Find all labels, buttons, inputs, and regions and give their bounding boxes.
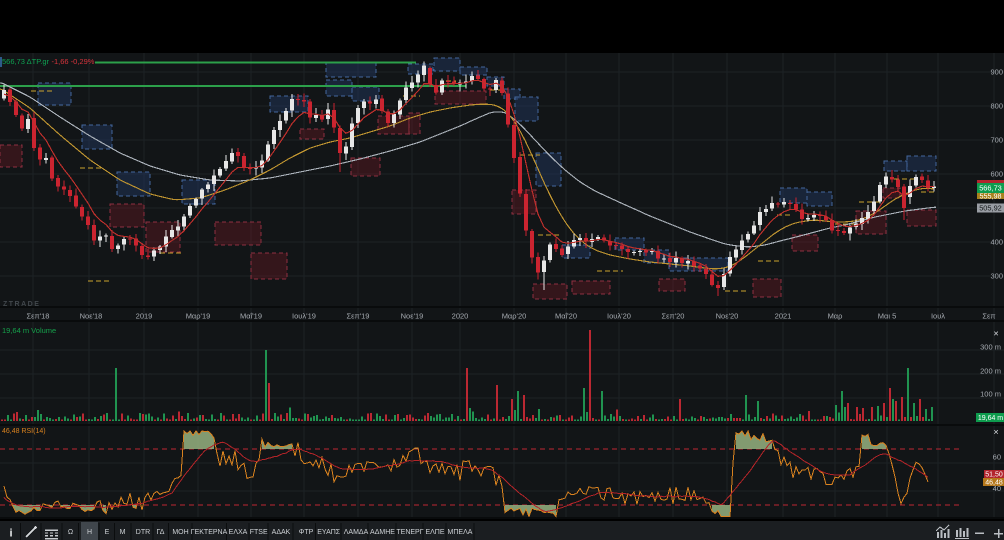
svg-text:505,92: 505,92 bbox=[979, 204, 1002, 213]
svg-text:2020: 2020 bbox=[452, 312, 469, 321]
svg-text:DTR: DTR bbox=[136, 529, 150, 536]
svg-text:ΤΕΝΕΡΓ: ΤΕΝΕΡΓ bbox=[396, 529, 423, 536]
svg-text:Μαΐ'20: Μαΐ'20 bbox=[555, 312, 577, 321]
svg-text:600: 600 bbox=[990, 170, 1003, 179]
svg-text:ΦΤΡ: ΦΤΡ bbox=[299, 529, 314, 536]
svg-text:FTSE: FTSE bbox=[250, 529, 268, 536]
svg-text:Ιουλ'19: Ιουλ'19 bbox=[292, 312, 316, 321]
svg-text:ΓΔ: ΓΔ bbox=[157, 529, 165, 536]
svg-text:Ω: Ω bbox=[68, 529, 73, 536]
svg-text:Σεπ: Σεπ bbox=[982, 312, 995, 321]
svg-text:ΑΔΜΗΕ: ΑΔΜΗΕ bbox=[370, 529, 395, 536]
svg-text:ΕΛΠΕ: ΕΛΠΕ bbox=[425, 529, 444, 536]
svg-text:Μαρ'20: Μαρ'20 bbox=[502, 312, 527, 321]
svg-text:300 m: 300 m bbox=[980, 343, 1001, 352]
svg-text:Μαρ: Μαρ bbox=[828, 312, 843, 321]
svg-text:Ιουλ: Ιουλ bbox=[931, 312, 945, 321]
svg-text:566,73 ΔTP.gr: 566,73 ΔTP.gr bbox=[2, 57, 49, 66]
svg-text:ZTRADE: ZTRADE bbox=[3, 301, 40, 308]
svg-text:Σεπ'18: Σεπ'18 bbox=[27, 312, 50, 321]
svg-text:19,64 m Volume: 19,64 m Volume bbox=[2, 326, 56, 335]
svg-text:✕: ✕ bbox=[993, 331, 999, 338]
svg-text:800: 800 bbox=[990, 102, 1003, 111]
svg-text:M: M bbox=[120, 529, 126, 536]
svg-text:300: 300 bbox=[990, 272, 1003, 281]
svg-text:ΜΠΕΛΑ: ΜΠΕΛΑ bbox=[448, 529, 473, 536]
svg-text:Μαΐ'19: Μαΐ'19 bbox=[240, 312, 262, 321]
svg-text:51,50: 51,50 bbox=[985, 472, 1003, 479]
svg-text:46,48 RSI(14): 46,48 RSI(14) bbox=[2, 428, 46, 435]
svg-text:ΕΥΑΠΣ: ΕΥΑΠΣ bbox=[317, 529, 341, 536]
svg-text:566,73: 566,73 bbox=[979, 184, 1002, 193]
svg-text:19,64 m: 19,64 m bbox=[978, 415, 1003, 422]
svg-text:ΕΛΧΑ: ΕΛΧΑ bbox=[229, 529, 248, 536]
svg-text:Νοε'18: Νοε'18 bbox=[80, 312, 103, 321]
svg-text:2021: 2021 bbox=[775, 312, 792, 321]
svg-text:H: H bbox=[87, 529, 92, 536]
svg-text:2019: 2019 bbox=[136, 312, 153, 321]
svg-text:ΑΔΑΚ: ΑΔΑΚ bbox=[272, 529, 291, 536]
svg-text:Μαι 5: Μαι 5 bbox=[878, 312, 897, 321]
svg-text:ΜΟΗ: ΜΟΗ bbox=[172, 529, 188, 536]
svg-text:100 m: 100 m bbox=[980, 390, 1001, 399]
svg-text:400: 400 bbox=[990, 238, 1003, 247]
svg-text:200 m: 200 m bbox=[980, 367, 1001, 376]
svg-text:Μαρ'19: Μαρ'19 bbox=[186, 312, 211, 321]
svg-text:Σεπ'19: Σεπ'19 bbox=[347, 312, 370, 321]
svg-text:✕: ✕ bbox=[993, 430, 999, 437]
svg-text:E: E bbox=[105, 529, 110, 536]
svg-text:46,48: 46,48 bbox=[985, 480, 1003, 487]
svg-text:i: i bbox=[9, 528, 12, 540]
svg-text:-1,66 -0,29%: -1,66 -0,29% bbox=[52, 57, 95, 66]
svg-text:700: 700 bbox=[990, 136, 1003, 145]
svg-text:ΛΑΜΔΑ: ΛΑΜΔΑ bbox=[344, 529, 369, 536]
svg-text:900: 900 bbox=[990, 68, 1003, 77]
svg-text:Ιουλ'20: Ιουλ'20 bbox=[607, 312, 631, 321]
svg-text:Νοε'19: Νοε'19 bbox=[401, 312, 424, 321]
svg-text:Νοε'20: Νοε'20 bbox=[716, 312, 739, 321]
svg-text:Σεπ'20: Σεπ'20 bbox=[662, 312, 685, 321]
svg-text:ΓΕΚΤΕΡΝΑ: ΓΕΚΤΕΡΝΑ bbox=[191, 529, 228, 536]
svg-text:60: 60 bbox=[993, 453, 1001, 462]
